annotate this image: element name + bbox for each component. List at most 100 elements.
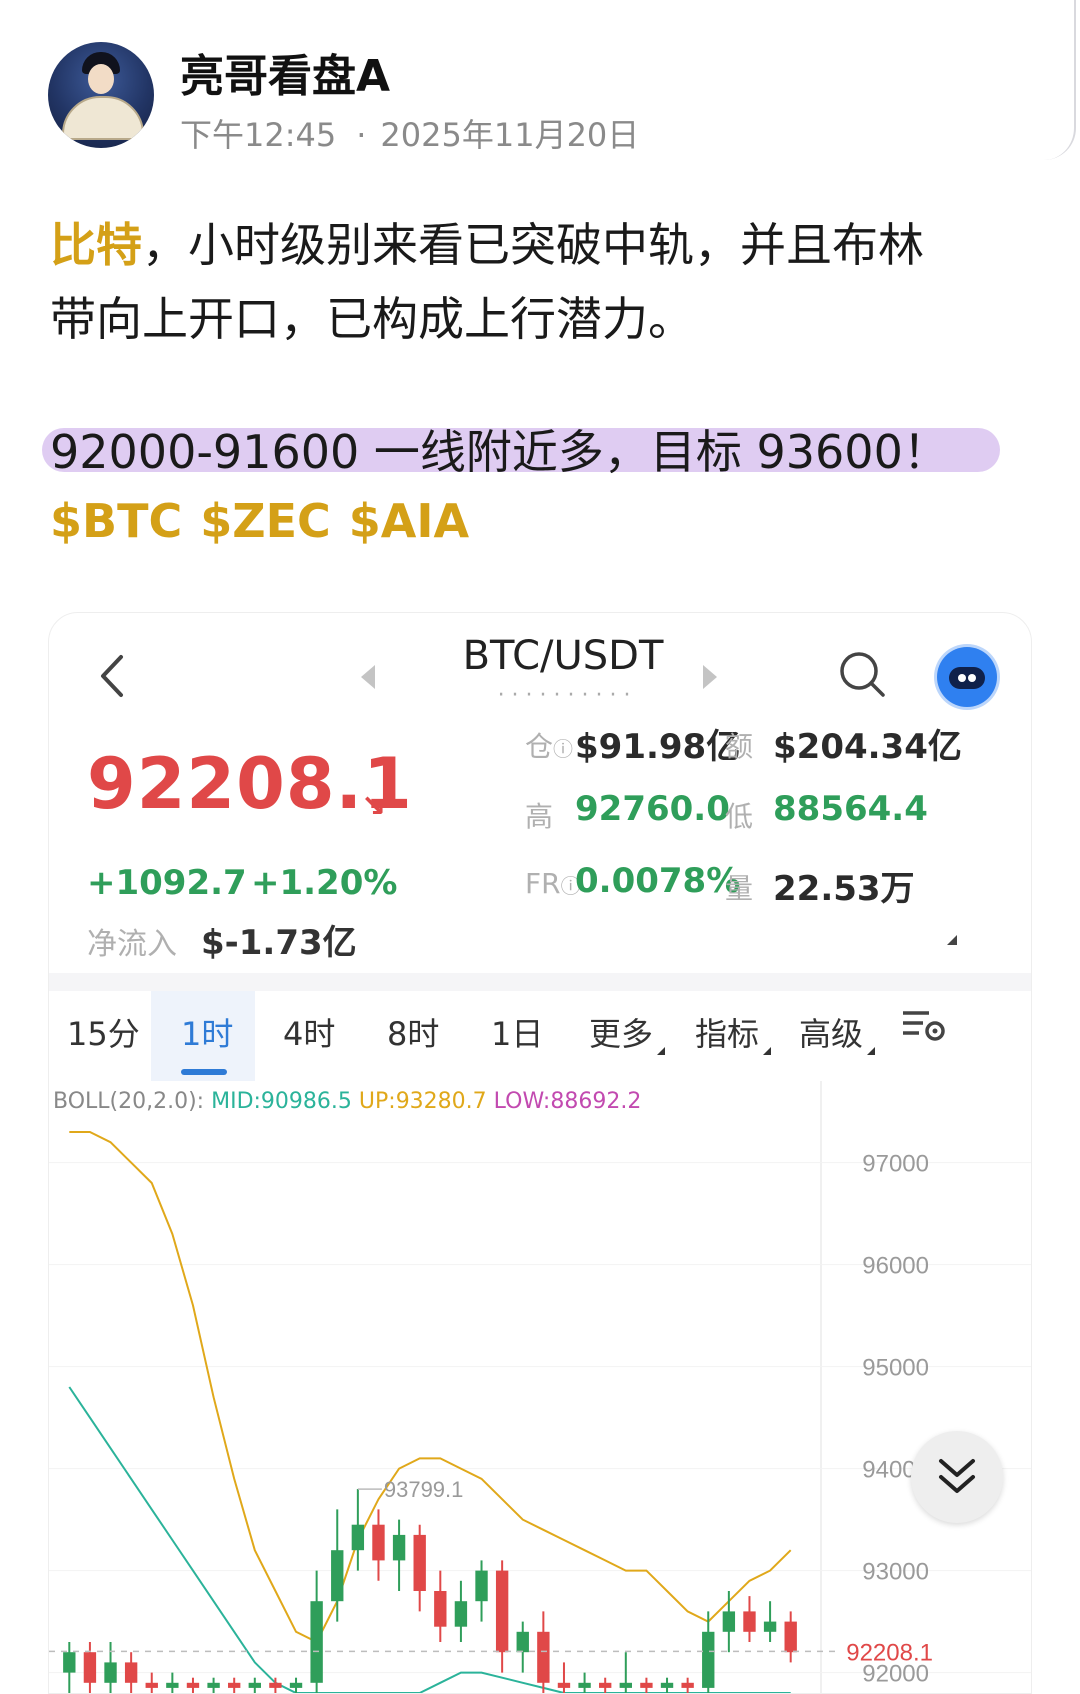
candle-body bbox=[495, 1570, 509, 1653]
tab-more[interactable]: 更多 bbox=[589, 1009, 666, 1055]
candle-body bbox=[269, 1682, 282, 1688]
tab-4h[interactable]: 4时 bbox=[283, 1009, 335, 1055]
tab-1d[interactable]: 1日 bbox=[491, 1009, 543, 1055]
candle-body bbox=[145, 1682, 158, 1688]
pair-subtitle-blurred: · · · · · · · · · · bbox=[497, 691, 631, 707]
caret-icon bbox=[657, 1047, 666, 1055]
username[interactable]: 亮哥看盘A bbox=[180, 40, 390, 104]
candle-body bbox=[763, 1621, 777, 1632]
post-date: 2025年11月20日 bbox=[380, 116, 640, 154]
body-line2: 带向上开口，已构成上行潜力。 bbox=[50, 292, 694, 346]
candle-body bbox=[228, 1682, 241, 1688]
candle-body bbox=[578, 1682, 591, 1688]
ticker-tag[interactable]: $AIA bbox=[349, 494, 469, 548]
assistant-bot-icon[interactable] bbox=[937, 647, 997, 707]
y-tick-label: 97000 bbox=[862, 1151, 929, 1178]
candle-body bbox=[722, 1611, 736, 1632]
expand-corner-icon[interactable] bbox=[947, 935, 957, 945]
candle-body bbox=[104, 1662, 117, 1683]
bot-visor bbox=[949, 667, 985, 689]
amount-label: 额 bbox=[725, 730, 754, 763]
candle-body bbox=[63, 1652, 76, 1673]
oi-label: 仓ⓘ bbox=[525, 730, 574, 763]
caret-icon bbox=[763, 1047, 772, 1055]
candle-body bbox=[681, 1682, 694, 1688]
post-body: 比特，小时级别来看已突破中轨，并且布林 带向上开口，已构成上行潜力。 bbox=[50, 208, 1040, 356]
caret-icon bbox=[867, 1047, 876, 1055]
funding-rate-label: FRⓘ bbox=[525, 867, 581, 900]
candle-body bbox=[537, 1631, 550, 1683]
netflow-value: $-1.73亿 bbox=[201, 923, 357, 963]
y-tick-label: 96000 bbox=[862, 1253, 929, 1280]
next-pair-arrow-icon[interactable] bbox=[703, 665, 717, 689]
boll-line-up bbox=[69, 1131, 792, 1644]
info-icon[interactable]: ⓘ bbox=[553, 737, 573, 761]
change-percent: +1.20% bbox=[251, 863, 398, 903]
search-icon[interactable] bbox=[837, 649, 887, 699]
oi-value: $91.98亿 bbox=[575, 727, 741, 767]
tab-more-label: 更多 bbox=[589, 1015, 654, 1053]
ticker-tag[interactable]: $ZEC bbox=[200, 494, 331, 548]
tab-15m[interactable]: 15分 bbox=[67, 1009, 140, 1055]
candle-body bbox=[557, 1682, 571, 1688]
candle-body bbox=[186, 1682, 200, 1688]
tab-8h[interactable]: 8时 bbox=[387, 1009, 439, 1055]
boll-line-low bbox=[68, 1386, 791, 1693]
candle-body bbox=[392, 1534, 406, 1561]
candle-body bbox=[413, 1534, 426, 1591]
ticker-list: $BTC $ZEC $AIA bbox=[50, 494, 487, 548]
post-time: 下午12:45 bbox=[180, 116, 337, 154]
avatar[interactable] bbox=[48, 42, 154, 148]
low-label: 低 bbox=[725, 800, 754, 833]
bot-eye bbox=[958, 674, 966, 682]
back-arrow-icon[interactable] bbox=[93, 651, 133, 701]
tab-indicators[interactable]: 指标 bbox=[695, 1009, 772, 1055]
kline-chart[interactable]: 97000960009500094000930009200093799.1922… bbox=[49, 1081, 1031, 1693]
candle-body bbox=[640, 1682, 653, 1688]
volume-label: 量 bbox=[725, 872, 754, 905]
tab-advanced[interactable]: 高级 bbox=[799, 1009, 876, 1055]
active-tab-indicator bbox=[181, 1069, 227, 1075]
candle-body bbox=[743, 1611, 756, 1632]
scroll-down-button[interactable] bbox=[911, 1431, 1003, 1523]
funding-rate-value: 0.0078% bbox=[575, 861, 741, 901]
candle-body bbox=[372, 1524, 385, 1561]
body-line1: ，小时级别来看已突破中轨，并且布林 bbox=[142, 218, 924, 272]
post-meta: 下午12:45 · 2025年11月20日 bbox=[180, 110, 639, 156]
high-marker-label: 93799.1 bbox=[384, 1477, 464, 1502]
amount-value: $204.34亿 bbox=[773, 727, 962, 767]
section-divider bbox=[49, 973, 1031, 991]
high-label: 高 bbox=[525, 800, 554, 833]
candle-body bbox=[516, 1631, 529, 1653]
tab-advanced-label: 高级 bbox=[799, 1015, 864, 1053]
trade-line: 92000-91600 一线附近多，目标 93600！ bbox=[50, 425, 949, 479]
netflow-label: 净流入 bbox=[87, 927, 177, 962]
low-value: 88564.4 bbox=[773, 789, 928, 829]
chart-settings-icon[interactable] bbox=[901, 1005, 947, 1045]
candle-body bbox=[248, 1682, 261, 1688]
tab-indicators-label: 指标 bbox=[695, 1015, 760, 1053]
market-screenshot-card[interactable]: BTC/USDT · · · · · · · · · · 92208.1 ↘ +… bbox=[48, 612, 1032, 1694]
candle-body bbox=[166, 1682, 179, 1688]
body-highlight[interactable]: 比特 bbox=[50, 218, 142, 272]
price-trend-arrow-icon: ↘ bbox=[361, 789, 387, 824]
candle-body bbox=[660, 1682, 674, 1688]
pair-title[interactable]: BTC/USDT bbox=[433, 633, 693, 679]
candle-body bbox=[289, 1682, 303, 1688]
last-price-tag: 92208.1 bbox=[846, 1639, 933, 1666]
candle-body bbox=[310, 1601, 323, 1683]
prev-pair-arrow-icon[interactable] bbox=[361, 665, 375, 689]
tab-1h[interactable]: 1时 bbox=[181, 1009, 233, 1055]
candle-body bbox=[351, 1524, 365, 1551]
candle-body bbox=[207, 1682, 220, 1688]
y-tick-label: 93000 bbox=[862, 1559, 929, 1586]
candle-body bbox=[124, 1662, 138, 1683]
avatar-face bbox=[88, 64, 114, 94]
ticker-tag[interactable]: $BTC bbox=[50, 494, 182, 548]
candle-body bbox=[434, 1591, 447, 1627]
double-chevron-down-icon bbox=[939, 1459, 975, 1493]
y-tick-label: 95000 bbox=[862, 1355, 929, 1382]
candle-body bbox=[619, 1682, 632, 1688]
avatar-fan bbox=[62, 96, 144, 140]
change-absolute: +1092.7 bbox=[87, 863, 247, 903]
